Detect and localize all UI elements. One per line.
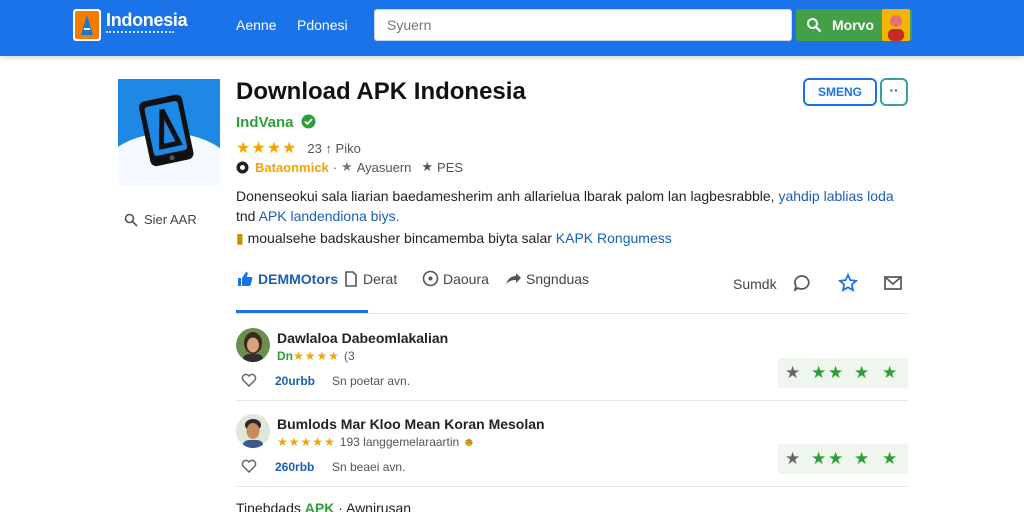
star-icon[interactable]: ★ [811, 449, 826, 469]
review-meta-text: (3 [344, 349, 355, 363]
star-icon[interactable]: ★ [882, 363, 897, 383]
heart-icon[interactable] [241, 458, 257, 473]
review-divider [236, 486, 908, 487]
search-icon [124, 213, 138, 227]
more-options-button[interactable]: ·· [880, 78, 908, 106]
search-input[interactable] [374, 9, 792, 41]
star-icon[interactable]: ★ [811, 363, 826, 383]
star-icon[interactable]: ★ [828, 449, 843, 469]
star-icon: ★ [341, 159, 353, 174]
sidebar-search-label: Sier AAR [144, 212, 197, 227]
smile-emoji-icon: ☻ [462, 435, 476, 449]
reviewer-name: Dawlaloa Dabeomlakalian [277, 330, 449, 346]
developer-link[interactable]: IndVana [236, 114, 316, 131]
reply-text[interactable]: Sn poetar avn. [332, 374, 410, 388]
brand-logo-icon[interactable] [73, 9, 101, 41]
review-item: Bumlods Mar Kloo Mean Koran Mesolan ★★★★… [236, 412, 908, 492]
note-link[interactable]: KAPK Rongumess [556, 230, 672, 246]
search-icon [807, 18, 822, 33]
tab-label: Sngnduas [526, 271, 590, 287]
star-rating-bar[interactable]: ★ ★ ★ ★ ★ [778, 358, 908, 388]
thumbs-up-icon [238, 272, 253, 286]
review-meta: ★★★★★ 193 langgemelaraartin ☻ [277, 435, 475, 449]
nav-link-indonesia[interactable]: Pdonesi [297, 17, 348, 33]
profile-avatar[interactable] [882, 9, 910, 41]
like-count[interactable]: 260rbb [275, 460, 314, 474]
tab-share[interactable]: Sngnduas [504, 270, 589, 288]
install-button[interactable]: SMENG [803, 78, 877, 106]
star-icon[interactable]: ★ [854, 363, 869, 383]
meta-text-2: PES [437, 159, 464, 175]
footer-text: Tinebdads APK · Awnirusan [236, 500, 411, 512]
description-link-2[interactable]: APK landendiona biys. [259, 208, 400, 224]
app-icon [118, 79, 220, 185]
sidebar-search-link[interactable]: Sier AAR [124, 212, 197, 227]
comment-icon[interactable] [792, 273, 812, 293]
sort-label[interactable]: Sumdk [733, 276, 777, 292]
description-text-2: tnd [236, 208, 256, 224]
brand-name[interactable]: Indonesia [106, 10, 188, 31]
person-photo-icon [236, 414, 270, 448]
review-divider [236, 400, 908, 401]
chat-icon [422, 270, 439, 287]
star-icon[interactable]: ★ [785, 363, 800, 383]
tab-label: DEMMOtors [258, 271, 339, 287]
mail-icon[interactable] [883, 273, 903, 293]
star-outline-icon[interactable] [838, 273, 858, 293]
reviewer-avatar[interactable] [236, 328, 270, 362]
review-prefix: Dn [277, 349, 293, 363]
reviewer-name: Bumlods Mar Kloo Mean Koran Mesolan [277, 416, 545, 432]
star-icon: ★ [421, 159, 434, 174]
footer-prefix: Tinebdads [236, 500, 301, 512]
tab-divider [236, 313, 908, 314]
tab-discussion[interactable]: Daoura [422, 270, 489, 288]
meta-separator: · [332, 159, 338, 175]
tab-label: Derat [363, 271, 398, 287]
description-link-1[interactable]: yahdip lablias loda [778, 188, 893, 204]
document-icon [345, 271, 357, 287]
phone-logo-icon [118, 94, 220, 185]
verified-icon [301, 114, 316, 129]
star-icon[interactable]: ★ [828, 363, 843, 383]
nav-link-home[interactable]: Aenne [236, 17, 276, 33]
like-count[interactable]: 20urbb [275, 374, 315, 388]
tab-details[interactable]: Derat [343, 270, 397, 288]
meta-text-1: Ayasuern [356, 159, 412, 175]
category-tag[interactable]: Bataonmick [255, 160, 329, 175]
star-icon[interactable]: ★ [854, 449, 869, 469]
reviewer-avatar[interactable] [236, 414, 270, 448]
footer-suffix: · Awnirusan [338, 500, 412, 512]
star-icon[interactable]: ★ [882, 449, 897, 469]
app-title: Download APK Indonesia [236, 78, 526, 105]
review-item: Dawlaloa Dabeomlakalian Dn★★★★ (3 20urbb … [236, 326, 908, 406]
share-arrow-icon [506, 273, 521, 284]
rating-row: ★★★★ 23 ↑ Piko [236, 138, 361, 158]
tab-reviews[interactable]: DEMMOtors [236, 270, 338, 288]
rating-text: 23 ↑ Piko [307, 141, 361, 156]
review-meta-text: 193 langgemelaraartin [339, 435, 460, 449]
review-meta: Dn★★★★ (3 [277, 349, 355, 363]
note-icon: ▮ [236, 230, 244, 246]
meta-row: Bataonmick · ★ Ayasuern ★ PES [236, 159, 463, 175]
category-icon [236, 161, 249, 173]
app-description: Donenseokui sala liarian baedamesherim a… [236, 186, 896, 226]
note-text: moualsehe badskausher bincamemba biyta s… [247, 230, 552, 246]
top-bar: Indonesia Aenne Pdonesi Morvo [0, 0, 1024, 56]
heart-icon[interactable] [241, 372, 257, 387]
developer-name: IndVana [236, 114, 294, 131]
description-text-1: Donenseokui sala liarian baedamesherim a… [236, 188, 775, 204]
star-rating-bar[interactable]: ★ ★ ★ ★ ★ [778, 444, 908, 474]
search-button-label: Morvo [832, 17, 874, 33]
person-photo-icon [236, 328, 270, 362]
review-stars: ★★★★ [293, 349, 341, 363]
footer-tag[interactable]: APK [305, 500, 335, 512]
app-note: ▮ moualsehe badskausher bincamemba biyta… [236, 230, 672, 247]
reply-text[interactable]: Sn beaei avn. [332, 460, 405, 474]
brand-tagline [106, 31, 174, 34]
review-stars: ★★★★★ [277, 435, 336, 449]
star-icon[interactable]: ★ [785, 449, 800, 469]
user-icon [888, 15, 904, 41]
tab-label: Daoura [443, 271, 489, 287]
rating-stars: ★★★★ [236, 140, 298, 157]
